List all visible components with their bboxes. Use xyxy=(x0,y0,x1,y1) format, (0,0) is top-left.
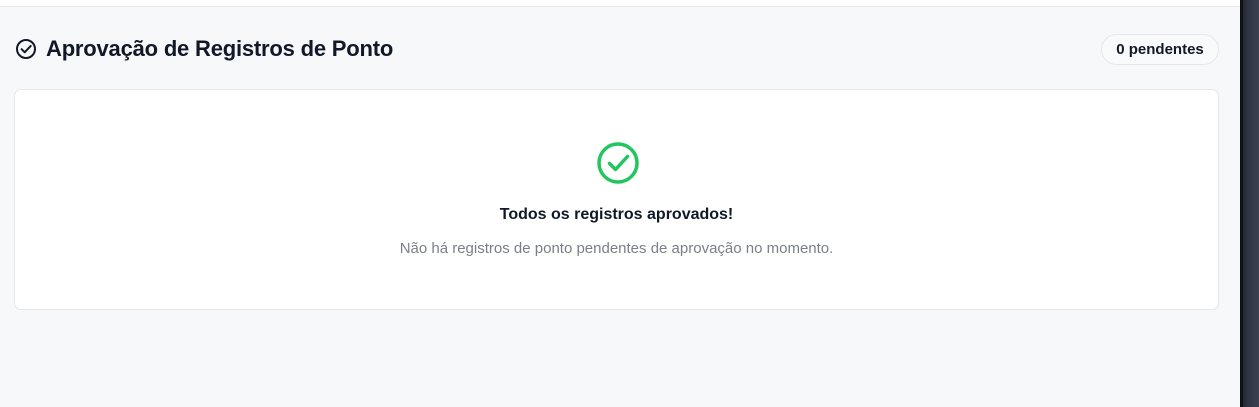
check-circle-icon xyxy=(14,37,38,61)
window-edge xyxy=(1240,0,1259,407)
success-check-icon xyxy=(595,140,641,186)
empty-state-subtitle: Não há registros de ponto pendentes de a… xyxy=(399,240,834,257)
page-title-group: Aprovação de Registros de Ponto xyxy=(14,21,393,76)
pending-count-badge: 0 pendentes xyxy=(1101,33,1219,65)
empty-state: Todos os registros aprovados! Não há reg… xyxy=(15,90,1218,309)
page-title: Aprovação de Registros de Ponto xyxy=(46,36,394,61)
approval-status-card: Todos os registros aprovados! Não há reg… xyxy=(14,89,1219,310)
empty-state-title: Todos os registros aprovados! xyxy=(499,206,734,223)
approval-page: Aprovação de Registros de Ponto 0 penden… xyxy=(0,0,1240,407)
page-header: Aprovação de Registros de Ponto 0 penden… xyxy=(14,32,1219,66)
